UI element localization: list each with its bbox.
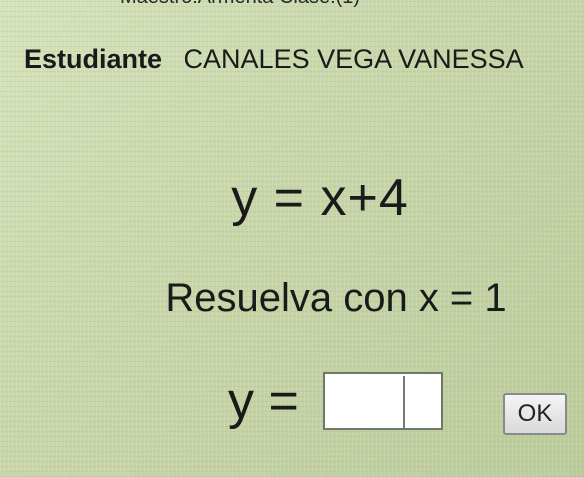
instruction-text: Resuelva con x = 1 bbox=[165, 276, 507, 320]
student-info: Estudiante CANALES VEGA VANESSA bbox=[24, 44, 524, 75]
teacher-class-header: Maestro:Armenta Clase:(1) bbox=[120, 0, 520, 9]
answer-row: y = bbox=[228, 368, 443, 434]
text-caret bbox=[403, 376, 405, 428]
student-label: Estudiante bbox=[24, 44, 163, 74]
student-name: CANALES VEGA VANESSA bbox=[183, 44, 524, 74]
answer-input[interactable] bbox=[322, 372, 443, 430]
ok-button[interactable]: OK bbox=[503, 393, 567, 435]
equation: y = x+4 bbox=[231, 169, 409, 227]
answer-label: y = bbox=[228, 372, 299, 430]
